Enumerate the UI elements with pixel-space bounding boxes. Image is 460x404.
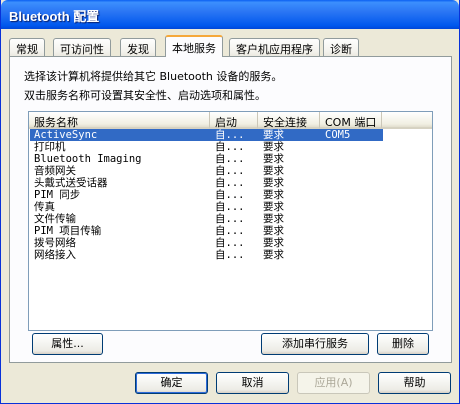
security-cell: 要求: [263, 177, 284, 189]
column-header-security[interactable]: 安全连接: [258, 112, 320, 129]
startup-cell: 自...: [215, 141, 245, 153]
startup-cell: 自...: [215, 177, 245, 189]
startup-cell: 自...: [215, 237, 245, 249]
security-cell: 要求: [263, 153, 284, 165]
startup-cell: 自...: [215, 165, 245, 177]
tab-local-services[interactable]: 本地服务: [165, 35, 223, 57]
title-bar[interactable]: Bluetooth 配置: [1, 0, 459, 29]
apply-button[interactable]: 应用(A): [297, 372, 370, 394]
service-name-cell: PIM 项目传输: [34, 225, 102, 237]
window-title: Bluetooth 配置: [9, 9, 100, 24]
security-cell: 要求: [263, 141, 284, 153]
cancel-button[interactable]: 取消: [216, 372, 289, 394]
service-name-cell: Bluetooth Imaging: [34, 153, 142, 165]
local-services-panel: 选择该计算机将提供给其它 Bluetooth 设备的服务。 双击服务名称可设置其…: [9, 56, 452, 363]
service-row[interactable]: Bluetooth Imaging 自... 要求: [29, 153, 432, 165]
startup-cell: 自...: [215, 225, 245, 237]
service-row[interactable]: 音频网关 自... 要求: [29, 165, 432, 177]
service-name-cell: 头戴式送受话器: [34, 177, 108, 189]
security-cell: 要求: [263, 165, 284, 177]
service-row[interactable]: 头戴式送受话器 自... 要求: [29, 177, 432, 189]
service-name-cell: PIM 同步: [34, 189, 81, 201]
delete-button[interactable]: 删除: [377, 333, 429, 355]
properties-button[interactable]: 属性...: [32, 333, 103, 355]
startup-cell: 自...: [215, 213, 245, 225]
ok-button[interactable]: 确定: [135, 372, 208, 394]
security-cell: 要求: [263, 189, 284, 201]
service-row[interactable]: PIM 项目传输 自... 要求: [29, 225, 432, 237]
service-name-cell: 拨号网络: [34, 237, 76, 249]
column-header-service-name[interactable]: 服务名称: [29, 112, 210, 129]
column-header-com-port[interactable]: COM 端口: [320, 112, 382, 129]
column-header-startup[interactable]: 启动: [210, 112, 258, 129]
tab-general[interactable]: 常规: [9, 38, 45, 56]
column-header-filler: [382, 112, 432, 129]
security-cell: 要求: [263, 249, 284, 261]
add-serial-service-button[interactable]: 添加串行服务: [261, 333, 369, 355]
help-button[interactable]: 帮助: [378, 372, 451, 394]
service-row[interactable]: PIM 同步 自... 要求: [29, 189, 432, 201]
security-cell: 要求: [263, 213, 284, 225]
services-list-header: 服务名称 启动 安全连接 COM 端口: [29, 112, 432, 129]
service-row[interactable]: 传真 自... 要求: [29, 201, 432, 213]
service-name-cell: 传真: [34, 201, 55, 213]
startup-cell: 自...: [215, 153, 245, 165]
startup-cell: 自...: [215, 201, 245, 213]
startup-cell: 自...: [215, 189, 245, 201]
security-cell: 要求: [263, 237, 284, 249]
security-cell: 要求: [263, 129, 284, 141]
service-row[interactable]: ActiveSync 自... 要求 COM5: [29, 129, 432, 141]
com-port-cell: COM5: [325, 129, 351, 141]
tab-client-apps[interactable]: 客户机应用程序: [229, 38, 320, 56]
security-cell: 要求: [263, 225, 284, 237]
tab-discovery[interactable]: 发现: [120, 38, 156, 56]
description-line-2: 双击服务名称可设置其安全性、启动选项和属性。: [24, 89, 266, 102]
tab-diagnostics[interactable]: 诊断: [323, 38, 359, 56]
security-cell: 要求: [263, 201, 284, 213]
services-list[interactable]: 服务名称 启动 安全连接 COM 端口 ActiveSync 自... 要求 COM5…: [28, 111, 433, 331]
description-line-1: 选择该计算机将提供给其它 Bluetooth 设备的服务。: [24, 70, 283, 83]
service-row[interactable]: 文件传输 自... 要求: [29, 213, 432, 225]
tab-accessibility[interactable]: 可访问性: [53, 38, 111, 56]
service-name-cell: ActiveSync: [34, 129, 98, 141]
startup-cell: 自...: [215, 129, 245, 141]
service-row[interactable]: 网络接入 自... 要求: [29, 249, 432, 261]
service-name-cell: 音频网关: [34, 165, 76, 177]
service-name-cell: 打印机: [34, 141, 66, 153]
service-name-cell: 网络接入: [34, 249, 76, 261]
startup-cell: 自...: [215, 249, 245, 261]
service-row[interactable]: 打印机 自... 要求: [29, 141, 432, 153]
service-row[interactable]: 拨号网络 自... 要求: [29, 237, 432, 249]
bluetooth-config-window: Bluetooth 配置 常规 可访问性 发现 本地服务 客户机应用程序 诊断 …: [0, 0, 460, 404]
service-name-cell: 文件传输: [34, 213, 76, 225]
